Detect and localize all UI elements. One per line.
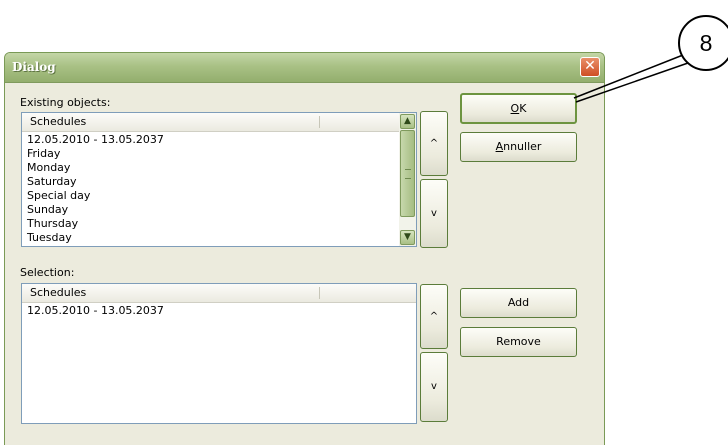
callout-number-badge: 8	[678, 15, 728, 71]
callout-pointer	[573, 54, 689, 103]
